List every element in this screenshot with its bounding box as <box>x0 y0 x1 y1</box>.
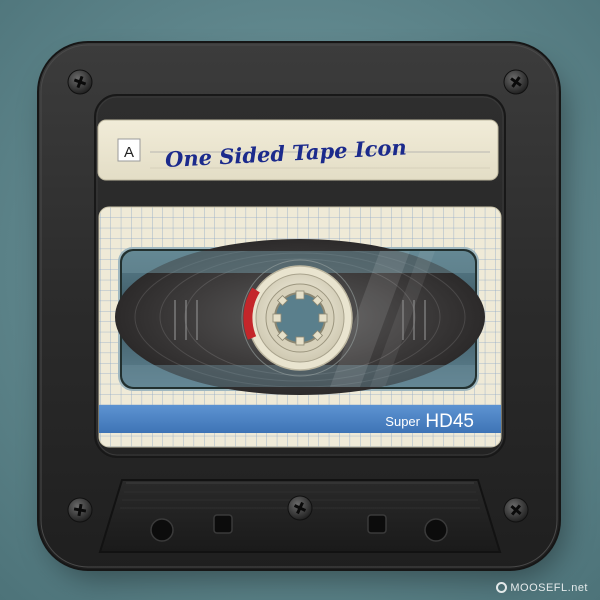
stripe-prefix: Super <box>385 414 420 429</box>
guide-hole-left <box>150 518 174 542</box>
cassette-icon: A One Sided Tape Icon Super HD45 <box>37 41 561 571</box>
guide-hole-right <box>424 518 448 542</box>
moose-logo-icon <box>496 582 508 593</box>
side-label: A <box>124 144 134 161</box>
stripe-model: HD45 <box>425 411 474 432</box>
watermark: MOOSEFL.net <box>496 582 588 594</box>
tape-label: A One Sided Tape Icon <box>97 119 499 181</box>
watermark-text: MOOSEFL.net <box>510 582 588 594</box>
brand-stripe: Super HD45 <box>99 405 501 433</box>
cassette-icon-stage: A One Sided Tape Icon Super HD45 MOOSEFL… <box>0 0 600 600</box>
capstan-hole-right <box>367 514 387 534</box>
capstan-hole-left <box>213 514 233 534</box>
